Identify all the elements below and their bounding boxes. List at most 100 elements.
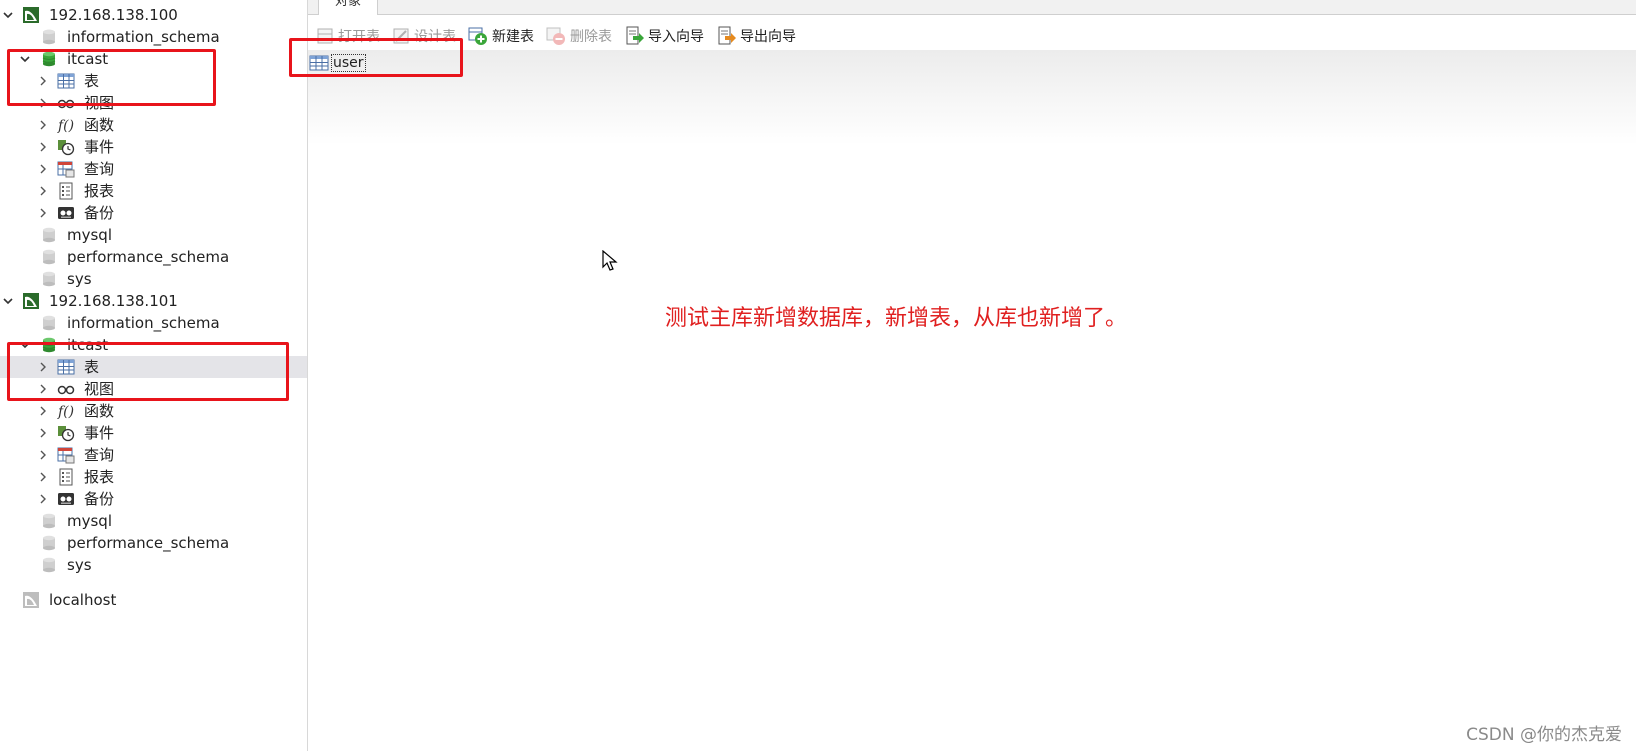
event-clock-icon — [57, 138, 75, 156]
tab-objects[interactable]: 对象 — [318, 0, 379, 15]
backup-tape-icon — [57, 490, 75, 508]
design-table-label: 设计表 — [414, 29, 456, 45]
import-wizard-button[interactable]: 导入向导 — [624, 24, 704, 48]
delete-table-button[interactable]: 删除表 — [546, 24, 612, 48]
tree-node-tables[interactable]: 表 — [0, 356, 307, 378]
tree-node-tables[interactable]: 表 — [0, 70, 307, 92]
tree-node-reports[interactable]: 报表 — [0, 180, 307, 202]
open-table-button[interactable]: 打开表 — [316, 24, 380, 48]
mysql-connection-icon — [22, 292, 40, 310]
tree-node-label: 表 — [84, 72, 100, 90]
tree-node-label: 函数 — [84, 116, 115, 134]
tree-node-mysql[interactable]: mysql — [0, 510, 307, 532]
tree-node-label: mysql — [67, 512, 112, 530]
function-icon: f() — [57, 116, 75, 134]
chevron-down-icon[interactable] — [3, 10, 13, 20]
tree-node-sys[interactable]: sys — [0, 554, 307, 576]
tree-node-label: itcast — [67, 50, 109, 68]
report-icon — [57, 182, 75, 200]
delete-table-label: 删除表 — [570, 29, 612, 45]
new-table-button[interactable]: 新建表 — [468, 24, 534, 48]
tree-node-label: 备份 — [84, 204, 115, 222]
object-list-area: user — [308, 50, 1636, 751]
tree-node-label: 事件 — [84, 138, 115, 156]
tree-node-events[interactable]: 事件 — [0, 422, 307, 444]
database-icon — [40, 556, 58, 574]
database-icon — [40, 336, 58, 354]
chevron-right-icon[interactable] — [38, 428, 48, 438]
tree-node-events[interactable]: 事件 — [0, 136, 307, 158]
watermark-text: CSDN @你的杰克爱 — [1466, 725, 1622, 745]
chevron-right-icon[interactable] — [38, 450, 48, 460]
chevron-right-icon[interactable] — [38, 472, 48, 482]
database-icon — [40, 314, 58, 332]
tree-node-itcast[interactable]: itcast — [0, 48, 307, 70]
export-wizard-label: 导出向导 — [740, 29, 796, 45]
query-icon — [57, 160, 75, 178]
tree-node-sys[interactable]: sys — [0, 268, 307, 290]
chevron-right-icon[interactable] — [38, 142, 48, 152]
connection-tree: 192.168.138.100 information_schema itcas… — [0, 0, 308, 751]
chevron-right-icon[interactable] — [38, 494, 48, 504]
chevron-down-icon[interactable] — [20, 340, 30, 350]
table-icon — [57, 358, 75, 376]
tree-node-label: 事件 — [84, 424, 115, 442]
chevron-down-icon[interactable] — [3, 296, 13, 306]
import-icon — [626, 26, 644, 45]
tree-node-server-100[interactable]: 192.168.138.100 — [0, 4, 307, 26]
chevron-right-icon[interactable] — [38, 384, 48, 394]
chevron-right-icon[interactable] — [38, 186, 48, 196]
tree-node-label: 查询 — [84, 446, 115, 464]
tree-node-reports[interactable]: 报表 — [0, 466, 307, 488]
chevron-right-icon[interactable] — [38, 362, 48, 372]
tree-node-label: mysql — [67, 226, 112, 244]
tree-node-mysql[interactable]: mysql — [0, 224, 307, 246]
database-icon — [40, 512, 58, 530]
tree-node-label: itcast — [67, 336, 109, 354]
tree-node-itcast[interactable]: itcast — [0, 334, 307, 356]
chevron-right-icon[interactable] — [38, 208, 48, 218]
view-glasses-icon — [57, 94, 75, 112]
tree-node-information-schema[interactable]: information_schema — [0, 26, 307, 48]
function-icon: f() — [57, 402, 75, 420]
chevron-right-icon[interactable] — [38, 76, 48, 86]
tree-node-label: information_schema — [67, 28, 220, 46]
tree-node-label: 备份 — [84, 490, 115, 508]
chevron-right-icon[interactable] — [38, 98, 48, 108]
tree-node-backups[interactable]: 备份 — [0, 488, 307, 510]
chevron-down-icon[interactable] — [20, 54, 30, 64]
tree-node-label: performance_schema — [67, 534, 230, 552]
tree-node-label: localhost — [49, 591, 117, 609]
chevron-right-icon[interactable] — [38, 120, 48, 130]
export-wizard-button[interactable]: 导出向导 — [716, 24, 796, 48]
table-item-user[interactable]: user — [309, 54, 366, 72]
tree-node-views[interactable]: 视图 — [0, 92, 307, 114]
tree-node-label: performance_schema — [67, 248, 230, 266]
tree-node-backups[interactable]: 备份 — [0, 202, 307, 224]
tree-node-queries[interactable]: 查询 — [0, 158, 307, 180]
tree-node-performance-schema[interactable]: performance_schema — [0, 532, 307, 554]
report-icon — [57, 468, 75, 486]
tree-node-queries[interactable]: 查询 — [0, 444, 307, 466]
tree-node-views[interactable]: 视图 — [0, 378, 307, 400]
table-icon — [309, 55, 329, 71]
open-table-label: 打开表 — [338, 29, 380, 45]
import-wizard-label: 导入向导 — [648, 29, 704, 45]
tree-node-label: 查询 — [84, 160, 115, 178]
database-icon — [40, 248, 58, 266]
tree-node-label: 视图 — [84, 94, 115, 112]
tree-node-functions[interactable]: f() 函数 — [0, 114, 307, 136]
table-icon — [57, 72, 75, 90]
tree-node-localhost[interactable]: localhost — [0, 589, 307, 611]
chevron-right-icon[interactable] — [38, 164, 48, 174]
tree-node-performance-schema[interactable]: performance_schema — [0, 246, 307, 268]
database-icon — [40, 534, 58, 552]
tree-node-functions[interactable]: f() 函数 — [0, 400, 307, 422]
tree-node-label: sys — [67, 556, 92, 574]
tree-node-server-101[interactable]: 192.168.138.101 — [0, 290, 307, 312]
design-table-button[interactable]: 设计表 — [392, 24, 456, 48]
tree-node-label: 函数 — [84, 402, 115, 420]
database-icon — [40, 270, 58, 288]
tree-node-information-schema[interactable]: information_schema — [0, 312, 307, 334]
chevron-right-icon[interactable] — [38, 406, 48, 416]
